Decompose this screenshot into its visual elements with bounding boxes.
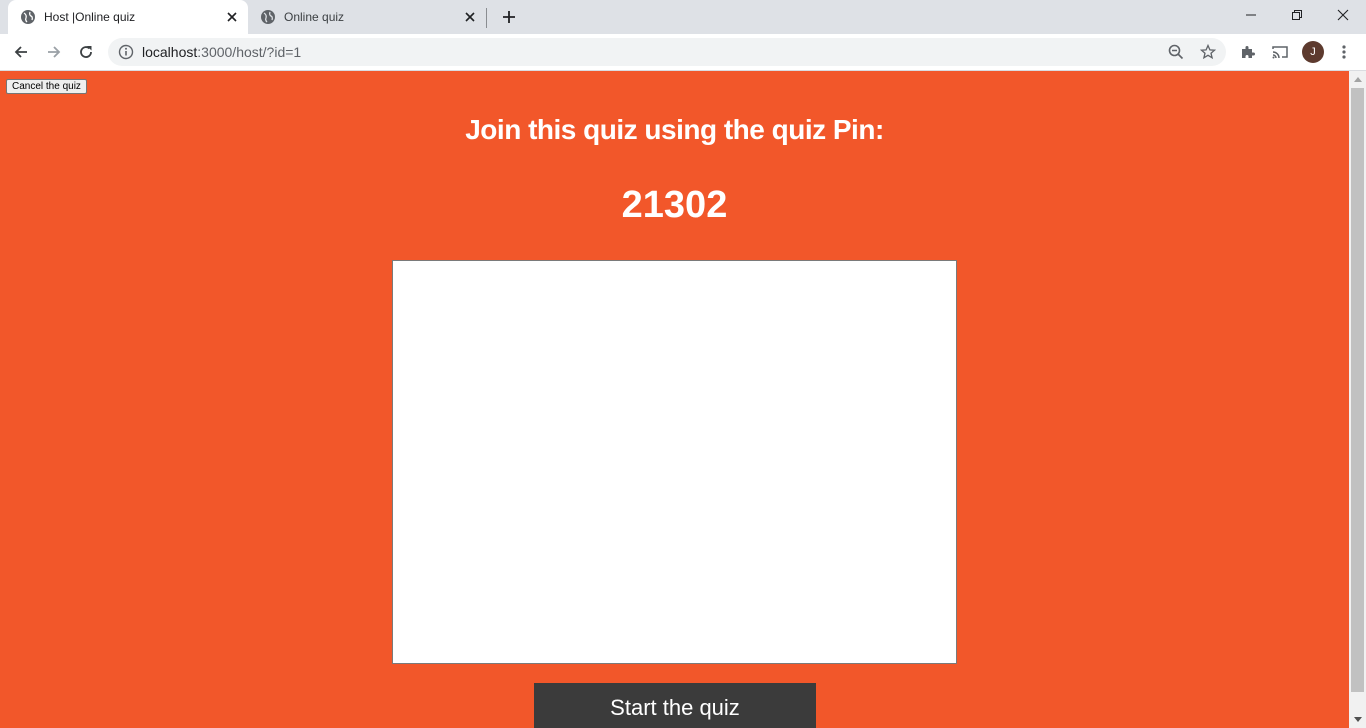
cast-button[interactable] — [1268, 40, 1292, 64]
start-quiz-button[interactable]: Start the quiz — [534, 683, 816, 728]
scroll-thumb[interactable] — [1351, 88, 1364, 692]
kebab-menu-icon — [1342, 45, 1346, 59]
browser-menu-button[interactable] — [1332, 40, 1356, 64]
zoom-button[interactable] — [1164, 40, 1188, 64]
url-text[interactable]: localhost:3000/host/?id=1 — [142, 44, 301, 60]
minimize-button[interactable] — [1228, 0, 1274, 30]
quiz-pin: 21302 — [621, 184, 728, 226]
triangle-up-icon — [1353, 77, 1362, 82]
cast-icon — [1272, 46, 1288, 59]
tab-separator — [486, 8, 487, 28]
star-icon — [1200, 44, 1216, 60]
restore-icon — [1292, 10, 1302, 20]
new-tab-button[interactable] — [498, 6, 520, 28]
join-instructions-heading: Join this quiz using the quiz Pin: — [465, 114, 884, 145]
browser-toolbar: localhost:3000/host/?id=1 — [0, 34, 1366, 71]
tab-host-online-quiz[interactable]: Host |Online quiz — [8, 0, 248, 34]
globe-icon — [21, 10, 35, 24]
tab-title: Host |Online quiz — [44, 10, 136, 24]
plus-icon — [503, 11, 515, 23]
minimize-icon — [1246, 14, 1256, 16]
tab-title: Online quiz — [284, 10, 345, 24]
puzzle-icon — [1242, 46, 1255, 58]
tab-strip: Host |Online quiz Online quiz — [0, 0, 1366, 34]
scroll-up-arrow[interactable] — [1349, 71, 1366, 88]
back-button[interactable] — [8, 39, 34, 65]
tab-online-quiz[interactable]: Online quiz — [248, 0, 486, 34]
arrow-right-icon — [48, 46, 61, 58]
url-host: localhost — [142, 44, 198, 60]
close-icon — [1337, 9, 1349, 21]
vertical-scrollbar[interactable] — [1349, 71, 1366, 728]
bookmark-button[interactable] — [1196, 40, 1220, 64]
players-list-box — [392, 260, 957, 664]
reload-icon — [80, 46, 92, 58]
url-path: :3000/host/?id=1 — [197, 44, 302, 60]
profile-avatar[interactable]: J — [1302, 41, 1324, 63]
reload-button[interactable] — [73, 39, 99, 65]
page-viewport: Cancel the quiz Join this quiz using the… — [0, 71, 1349, 728]
zoom-out-icon — [1168, 44, 1184, 60]
forward-button[interactable] — [41, 39, 67, 65]
restore-button[interactable] — [1274, 0, 1320, 30]
close-tab-icon[interactable] — [462, 9, 478, 25]
arrow-left-icon — [14, 46, 27, 58]
scroll-down-arrow[interactable] — [1349, 711, 1366, 728]
cancel-quiz-button[interactable]: Cancel the quiz — [6, 79, 87, 94]
extensions-button[interactable] — [1236, 40, 1260, 64]
triangle-down-icon — [1353, 717, 1362, 722]
close-window-button[interactable] — [1320, 0, 1366, 30]
address-bar[interactable]: localhost:3000/host/?id=1 — [108, 38, 1226, 66]
info-icon[interactable] — [118, 44, 134, 60]
globe-icon — [261, 10, 275, 24]
close-tab-icon[interactable] — [224, 9, 240, 25]
